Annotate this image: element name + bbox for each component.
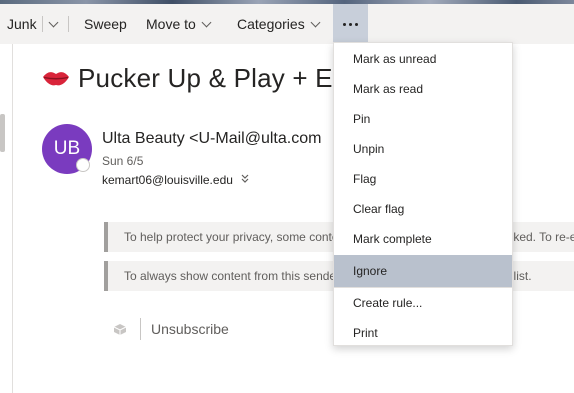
chevron-down-icon bbox=[201, 17, 212, 27]
command-toolbar: Junk Sweep Move to Categories bbox=[0, 4, 574, 44]
menu-item-label: Flag bbox=[353, 172, 377, 186]
menu-item-label: Clear flag bbox=[353, 202, 405, 216]
pane-divider bbox=[12, 44, 13, 393]
menu-item-label: Mark as unread bbox=[353, 52, 437, 66]
sweep-button[interactable]: Sweep bbox=[84, 4, 127, 44]
subject-text: Pucker Up & Play + Ea bbox=[78, 62, 348, 93]
more-dot-icon bbox=[355, 22, 358, 26]
menu-item-label: Create rule... bbox=[353, 296, 423, 310]
menu-item-create-rule[interactable]: Create rule... bbox=[334, 288, 512, 318]
menu-item-label: Ignore bbox=[353, 264, 388, 278]
recipient-row: kemart06@louisville.edu bbox=[102, 173, 249, 187]
menu-item-label: Print bbox=[353, 326, 378, 340]
menu-item-label: Unpin bbox=[353, 142, 385, 156]
categories-button[interactable]: Categories bbox=[237, 4, 321, 44]
menu-item-label: Pin bbox=[353, 112, 371, 126]
lips-icon bbox=[43, 72, 69, 86]
chevron-down-icon bbox=[48, 17, 59, 27]
unsubscribe-link[interactable]: Unsubscribe bbox=[151, 321, 229, 337]
menu-item-print[interactable]: Print bbox=[334, 318, 512, 348]
menu-item-mark-as-unread[interactable]: Mark as unread bbox=[334, 44, 512, 74]
avatar-initials: UB bbox=[53, 138, 81, 159]
presence-status-icon bbox=[76, 158, 90, 172]
scrollbar-thumb[interactable] bbox=[0, 114, 5, 152]
message-date: Sun 6/5 bbox=[102, 154, 144, 168]
unsubscribe-icon bbox=[113, 324, 127, 335]
toolbar-divider bbox=[42, 16, 43, 32]
menu-item-unpin[interactable]: Unpin bbox=[334, 134, 512, 164]
more-dot-icon bbox=[349, 22, 352, 26]
menu-item-mark-as-read[interactable]: Mark as read bbox=[334, 74, 512, 104]
recipient-address: kemart06@louisville.edu bbox=[102, 173, 233, 187]
menu-item-label: Mark as read bbox=[353, 82, 424, 96]
more-dot-icon bbox=[343, 22, 346, 26]
menu-item-flag[interactable]: Flag bbox=[334, 164, 512, 194]
categories-label: Categories bbox=[237, 16, 305, 32]
junk-dropdown-button[interactable] bbox=[46, 4, 59, 44]
message-subject: Pucker Up & Play + Ea bbox=[42, 60, 347, 96]
menu-item-clear-flag[interactable]: Clear flag bbox=[334, 194, 512, 224]
unsubscribe-row: Unsubscribe bbox=[112, 316, 229, 342]
unsubscribe-divider bbox=[140, 318, 141, 340]
sweep-label: Sweep bbox=[84, 16, 127, 32]
sender-name[interactable]: Ulta Beauty <U-Mail@ulta.com bbox=[102, 130, 321, 148]
toolbar-divider bbox=[68, 16, 69, 32]
junk-button[interactable]: Junk bbox=[7, 4, 37, 44]
menu-item-ignore[interactable]: Ignore bbox=[334, 255, 512, 287]
menu-item-mark-complete[interactable]: Mark complete bbox=[334, 224, 512, 254]
more-actions-menu: Mark as unread Mark as read Pin Unpin Fl… bbox=[333, 42, 513, 346]
junk-label: Junk bbox=[7, 16, 37, 32]
menu-item-label: Mark complete bbox=[353, 232, 432, 246]
double-chevron-down-icon[interactable] bbox=[241, 174, 249, 186]
move-to-button[interactable]: Move to bbox=[146, 4, 212, 44]
move-to-label: Move to bbox=[146, 16, 196, 32]
menu-item-pin[interactable]: Pin bbox=[334, 104, 512, 134]
more-actions-button[interactable] bbox=[333, 4, 368, 44]
chevron-down-icon bbox=[310, 17, 321, 27]
